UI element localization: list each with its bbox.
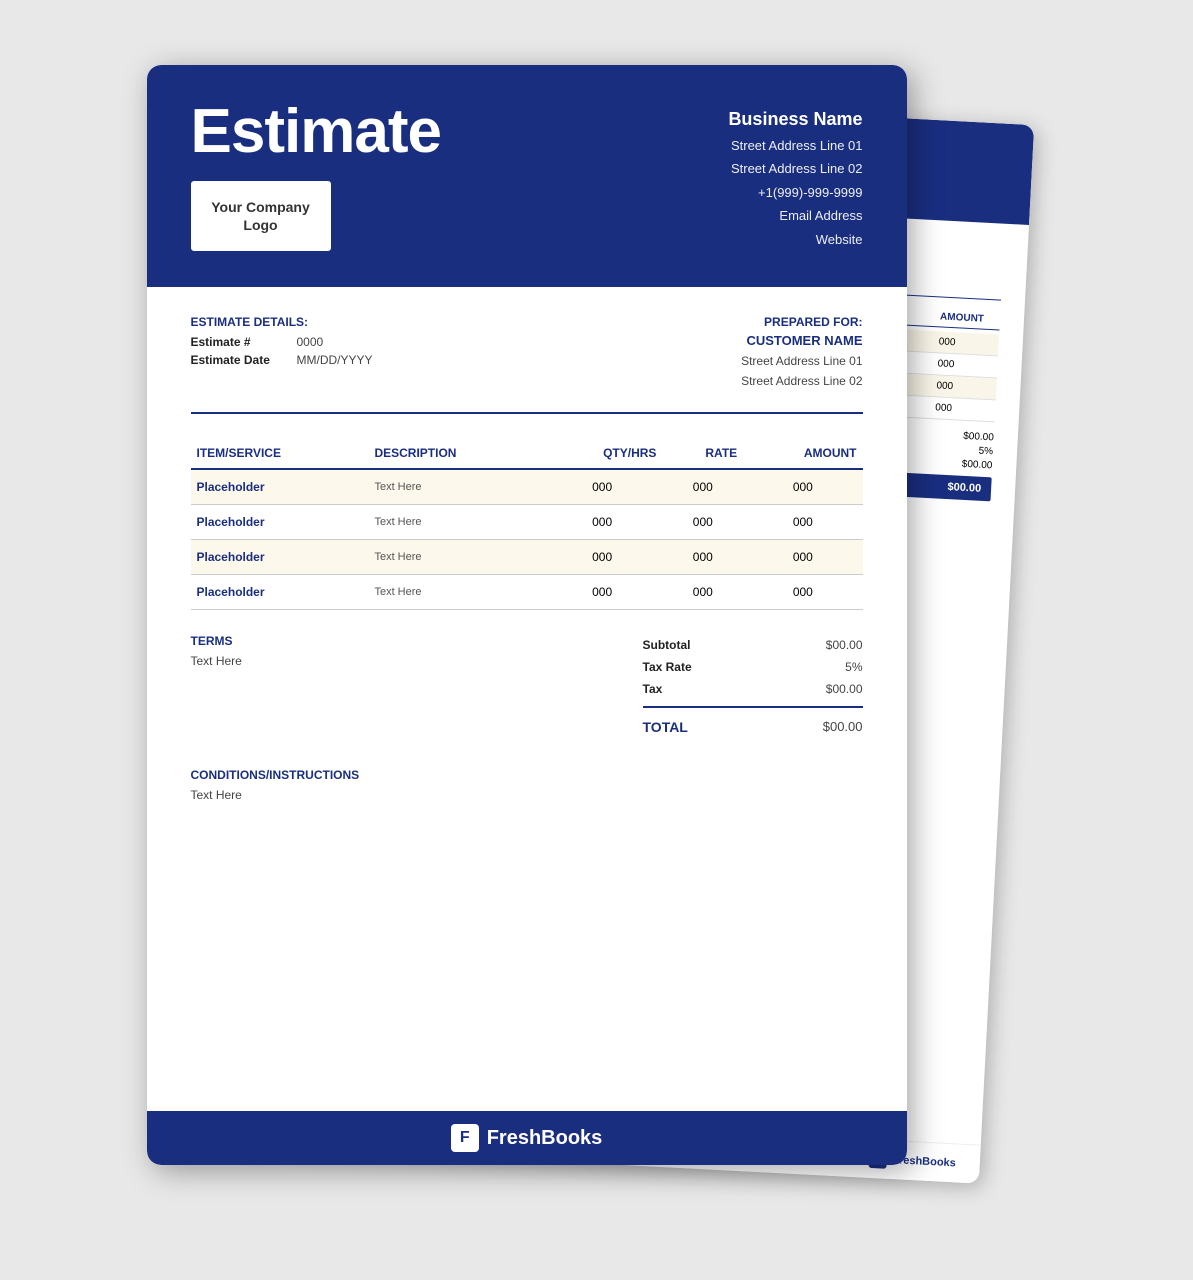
back-amount-2: 000 [937,358,997,372]
estimate-details-label: ESTIMATE DETAILS: [191,315,373,329]
customer-address: Street Address Line 01 Street Address Li… [741,351,862,392]
totals-section: Subtotal $00.00 Tax Rate 5% Tax $00.00 T… [643,634,863,740]
taxrate-row: Tax Rate 5% [643,656,863,678]
table-head: ITEM/SERVICE DESCRIPTION QTY/HRS RATE AM… [191,438,863,469]
row3-amount: 000 [743,539,862,574]
customer-name: CUSTOMER NAME [741,333,862,348]
conditions-text: Text Here [191,788,863,802]
freshbooks-icon: F [451,1124,479,1152]
row1-desc: Text Here [368,469,541,505]
page-wrapper: ESTIMATE DETAILS: Estimate # 0000 Estima… [147,65,1047,1215]
website: Website [728,228,862,251]
estimate-date-label: Estimate Date [191,353,281,367]
estimate-date-row: Estimate Date MM/DD/YYYY [191,353,373,367]
company-logo-text: Your Company Logo [193,198,329,234]
back-total-value: $00.00 [947,481,981,495]
terms-section: TERMS Text Here [191,634,643,740]
back-taxrate-value: 5% [978,446,993,458]
address-line1: Street Address Line 01 [728,134,862,157]
phone: +1(999)-999-9999 [728,181,862,204]
row4-rate: 000 [662,574,743,609]
table-row: Placeholder Text Here 000 000 000 [191,469,863,505]
grand-total-label: TOTAL [643,719,688,735]
prepared-for-label: PREPARED FOR: [741,315,862,329]
row4-qty: 000 [542,574,663,609]
business-name: Business Name [728,109,862,130]
bottom-section: TERMS Text Here Subtotal $00.00 Tax Rate… [191,634,863,740]
estimate-date-value: MM/DD/YYYY [297,353,373,367]
th-description: DESCRIPTION [368,438,541,469]
grand-total-value: $00.00 [823,719,863,735]
document-footer: F FreshBooks [147,1111,907,1165]
terms-label: TERMS [191,634,643,648]
row4-item: Placeholder [191,574,369,609]
row1-item: Placeholder [191,469,369,505]
taxrate-label: Tax Rate [643,660,692,674]
row2-rate: 000 [662,504,743,539]
freshbooks-brand-name: FreshBooks [487,1127,603,1150]
document-body: ESTIMATE DETAILS: Estimate # 0000 Estima… [147,287,907,830]
tax-value: $00.00 [826,682,863,696]
subtotal-value: $00.00 [826,638,863,652]
subtotal-label: Subtotal [643,638,691,652]
document-title: Estimate [191,101,441,163]
conditions-label: CONDITIONS/INSTRUCTIONS [191,768,863,782]
document-header: Estimate Your Company Logo Business Name… [147,65,907,287]
tax-row: Tax $00.00 [643,678,863,700]
customer-address-line1: Street Address Line 01 [741,351,862,371]
address-line2: Street Address Line 02 [728,157,862,180]
th-item: ITEM/SERVICE [191,438,369,469]
conditions-section: CONDITIONS/INSTRUCTIONS Text Here [191,768,863,802]
row3-qty: 000 [542,539,663,574]
freshbooks-logo: F FreshBooks [451,1124,603,1152]
row3-desc: Text Here [368,539,541,574]
subtotal-row: Subtotal $00.00 [643,634,863,656]
taxrate-value: 5% [845,660,862,674]
document-front: Estimate Your Company Logo Business Name… [147,65,907,1165]
header-left: Estimate Your Company Logo [191,101,441,251]
company-logo-box: Your Company Logo [191,181,331,251]
header-right: Business Name Street Address Line 01 Str… [728,101,862,251]
terms-text: Text Here [191,654,643,668]
total-divider [643,706,863,708]
customer-address-line2: Street Address Line 02 [741,371,862,391]
prepared-for-section: PREPARED FOR: CUSTOMER NAME Street Addre… [741,315,862,392]
table-row: Placeholder Text Here 000 000 000 [191,574,863,609]
estimate-details: ESTIMATE DETAILS: Estimate # 0000 Estima… [191,315,373,392]
table-header-row: ITEM/SERVICE DESCRIPTION QTY/HRS RATE AM… [191,438,863,469]
row2-qty: 000 [542,504,663,539]
table-row: Placeholder Text Here 000 000 000 [191,504,863,539]
th-rate: RATE [662,438,743,469]
details-section: ESTIMATE DETAILS: Estimate # 0000 Estima… [191,315,863,414]
estimate-number-value: 0000 [297,335,324,349]
business-info: Street Address Line 01 Street Address Li… [728,134,862,251]
th-amount: AMOUNT [743,438,862,469]
row1-amount: 000 [743,469,862,505]
table-row: Placeholder Text Here 000 000 000 [191,539,863,574]
estimate-number-row: Estimate # 0000 [191,335,373,349]
row4-amount: 000 [743,574,862,609]
back-amount-4: 000 [935,402,995,416]
table-body: Placeholder Text Here 000 000 000 Placeh… [191,469,863,610]
row2-item: Placeholder [191,504,369,539]
tax-label: Tax [643,682,663,696]
back-amount-3: 000 [936,380,996,394]
row1-qty: 000 [542,469,663,505]
th-qty: QTY/HRS [542,438,663,469]
email: Email Address [728,204,862,227]
estimate-number-label: Estimate # [191,335,281,349]
row4-desc: Text Here [368,574,541,609]
row3-item: Placeholder [191,539,369,574]
back-th-amount: AMOUNT [939,311,999,325]
back-subtotal-value: $00.00 [962,431,993,444]
row1-rate: 000 [662,469,743,505]
grand-total-row: TOTAL $00.00 [643,714,863,740]
back-amount-1: 000 [938,336,998,350]
row3-rate: 000 [662,539,743,574]
items-table: ITEM/SERVICE DESCRIPTION QTY/HRS RATE AM… [191,438,863,610]
row2-desc: Text Here [368,504,541,539]
back-tax-value: $00.00 [961,459,992,472]
row2-amount: 000 [743,504,862,539]
